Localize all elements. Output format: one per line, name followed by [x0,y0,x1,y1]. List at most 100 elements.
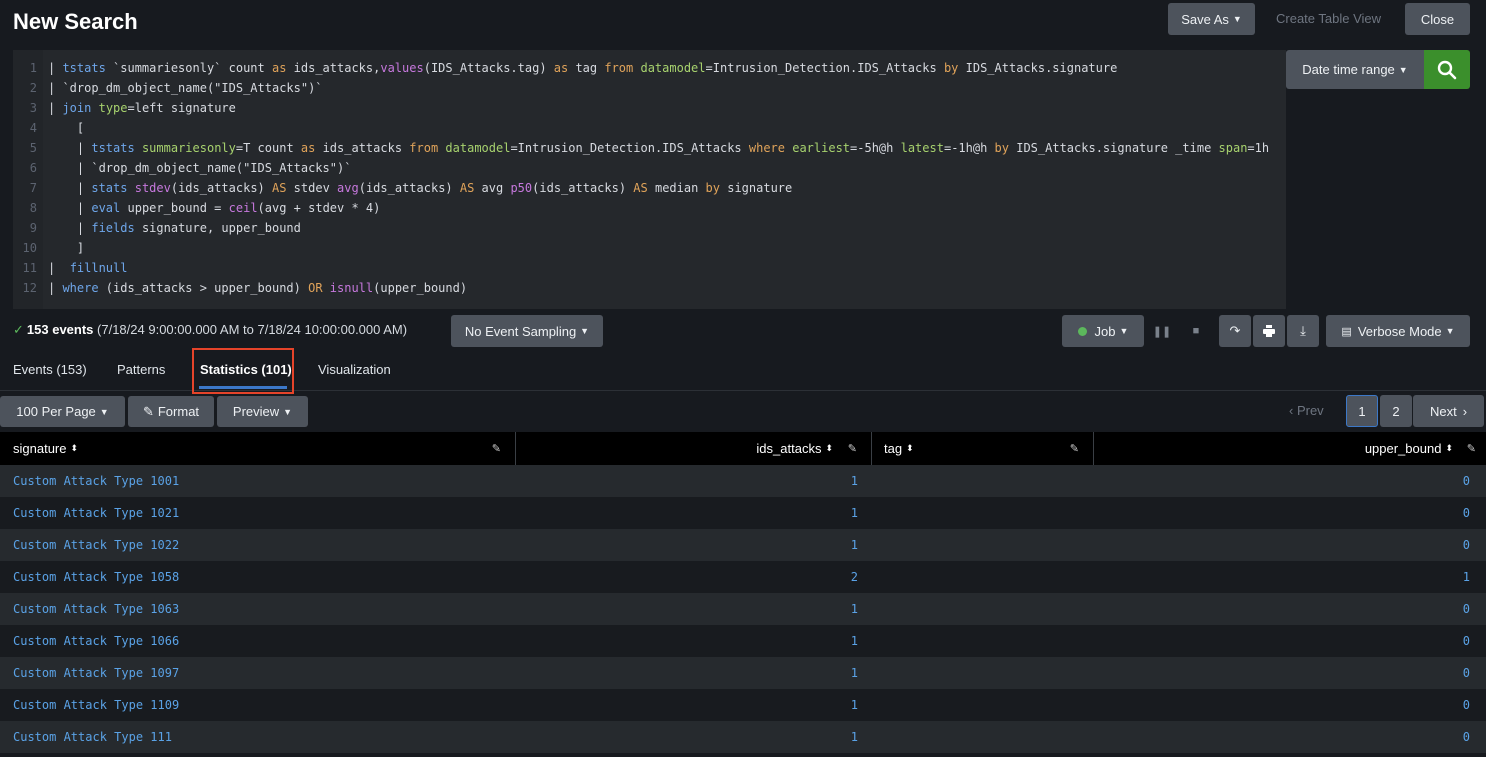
code-text: [ [48,121,85,135]
chevron-right-icon: › [1462,403,1468,419]
time-range-text: (7/18/24 9:00:00.000 AM to 7/18/24 10:00… [97,322,408,337]
caret-down-icon: ▼ [283,406,293,417]
job-menu-button[interactable]: Job ▼ [1062,315,1144,347]
ids-attacks-cell[interactable]: 1 [851,474,858,488]
ids-attacks-cell[interactable]: 1 [851,538,858,552]
caret-down-icon: ▼ [1445,326,1455,336]
ids-attacks-cell[interactable]: 1 [851,698,858,712]
stop-icon[interactable]: ■ [1184,315,1208,347]
search-query-editor[interactable]: 1 | tstats `summariesonly` count as ids_a… [13,50,1286,309]
ids-attacks-cell[interactable]: 1 [851,506,858,520]
edit-column-icon[interactable]: ✎ [1467,442,1476,455]
edit-column-icon[interactable]: ✎ [848,442,857,455]
tab-visualization[interactable]: Visualization [318,362,391,377]
ids-attacks-cell[interactable]: 1 [851,634,858,648]
code-text: | tstats `summariesonly` count as ids_at… [48,61,1118,75]
annotation-highlight [192,348,294,394]
date-time-range-picker[interactable]: Date time range ▼ [1286,50,1424,89]
table-row: Custom Attack Type 1021 1 0 [0,497,1486,529]
create-table-view-link[interactable]: Create Table View [1276,11,1381,26]
table-row: Custom Attack Type 1063 1 0 [0,593,1486,625]
table-row: Custom Attack Type 1001 1 0 [0,465,1486,497]
line-number: 10 [22,241,37,255]
code-text: | stats stdev(ids_attacks) AS stdev avg(… [48,181,793,195]
line-number: 9 [29,221,37,235]
sort-icon: ⬍ [70,443,79,453]
per-page-label: 100 Per Page [16,404,96,419]
upper-bound-cell[interactable]: 0 [1463,474,1470,488]
column-header-signature[interactable]: signature ⬍ ✎ [0,432,516,465]
line-number: 12 [22,281,37,295]
code-text: | join type=left signature [48,101,236,115]
save-as-button[interactable]: Save As ▼ [1168,3,1255,35]
signature-cell[interactable]: Custom Attack Type 1058 [13,570,179,584]
signature-cell[interactable]: Custom Attack Type 111 [13,730,172,744]
upper-bound-cell[interactable]: 0 [1463,730,1470,744]
table-row: Custom Attack Type 1097 1 0 [0,657,1486,689]
page-1-button[interactable]: 1 [1346,395,1378,427]
event-sampling-dropdown[interactable]: No Event Sampling ▼ [451,315,603,347]
per-page-dropdown[interactable]: 100 Per Page ▼ [0,396,125,427]
edit-column-icon[interactable]: ✎ [1070,442,1079,455]
prev-page-link[interactable]: ‹ Prev [1289,403,1324,418]
table-row: Custom Attack Type 1066 1 0 [0,625,1486,657]
search-button[interactable] [1424,50,1470,89]
upper-bound-cell[interactable]: 1 [1463,570,1470,584]
signature-cell[interactable]: Custom Attack Type 1066 [13,634,179,648]
save-as-label: Save As [1181,11,1229,27]
pencil-icon: ✎ [142,403,154,419]
column-header-upper-bound[interactable]: upper_bound ⬍ ✎ [1094,432,1486,465]
search-mode-dropdown[interactable]: ▤ Verbose Mode ▼ [1326,315,1470,347]
code-text: | `drop_dm_object_name("IDS_Attacks")` [48,161,352,175]
signature-cell[interactable]: Custom Attack Type 1022 [13,538,179,552]
ids-attacks-cell[interactable]: 1 [851,730,858,744]
table-row: Custom Attack Type 1109 1 0 [0,689,1486,721]
next-page-button[interactable]: Next › [1413,395,1484,427]
preview-dropdown[interactable]: Preview ▼ [217,396,308,427]
pause-icon[interactable]: ❚❚ [1150,315,1174,347]
signature-cell[interactable]: Custom Attack Type 1097 [13,666,179,680]
format-button[interactable]: ✎ Format [128,396,214,427]
share-icon: ↷ [1229,323,1241,338]
page-title: New Search [13,9,138,34]
ids-attacks-cell[interactable]: 1 [851,666,858,680]
column-label: signature [13,441,67,456]
upper-bound-cell[interactable]: 0 [1463,538,1470,552]
page-2-button[interactable]: 2 [1380,395,1412,427]
signature-cell[interactable]: Custom Attack Type 1109 [13,698,179,712]
share-button[interactable]: ↷ [1219,315,1251,347]
sort-icon: ⬍ [906,443,914,453]
close-button[interactable]: Close [1405,3,1470,35]
upper-bound-cell[interactable]: 0 [1463,698,1470,712]
code-text: | fields signature, upper_bound [48,221,301,235]
tab-events[interactable]: Events (153) [13,362,87,377]
upper-bound-cell[interactable]: 0 [1463,666,1470,680]
event-count: 153 events [26,322,94,337]
line-number: 8 [29,201,37,215]
caret-down-icon: ▼ [580,326,590,336]
search-status: ✓ 153 events (7/18/24 9:00:00.000 AM to 7… [13,322,407,338]
export-button[interactable]: ⤓ [1287,315,1319,347]
search-icon [1437,60,1457,79]
table-row: Custom Attack Type 111 1 0 [0,721,1486,753]
column-header-tag[interactable]: tag ⬍ ✎ [872,432,1094,465]
code-text: ] [48,241,85,255]
signature-cell[interactable]: Custom Attack Type 1001 [13,474,179,488]
ids-attacks-cell[interactable]: 1 [851,602,858,616]
ids-attacks-cell[interactable]: 2 [851,570,858,584]
signature-cell[interactable]: Custom Attack Type 1063 [13,602,179,616]
signature-cell[interactable]: Custom Attack Type 1021 [13,506,179,520]
tab-patterns[interactable]: Patterns [117,362,165,377]
code-text: | `drop_dm_object_name("IDS_Attacks")` [48,81,323,95]
comment-icon: ▤ [1341,325,1352,338]
edit-column-icon[interactable]: ✎ [492,442,501,455]
column-header-ids-attacks[interactable]: ids_attacks ⬍ ✎ [516,432,872,465]
upper-bound-cell[interactable]: 0 [1463,602,1470,616]
next-label: Next [1429,403,1457,419]
code-text: | where (ids_attacks > upper_bound) OR i… [48,281,468,295]
upper-bound-cell[interactable]: 0 [1463,506,1470,520]
print-button[interactable] [1253,315,1285,347]
sort-icon: ⬍ [825,443,833,453]
code-text: | fillnull [48,261,128,275]
upper-bound-cell[interactable]: 0 [1463,634,1470,648]
